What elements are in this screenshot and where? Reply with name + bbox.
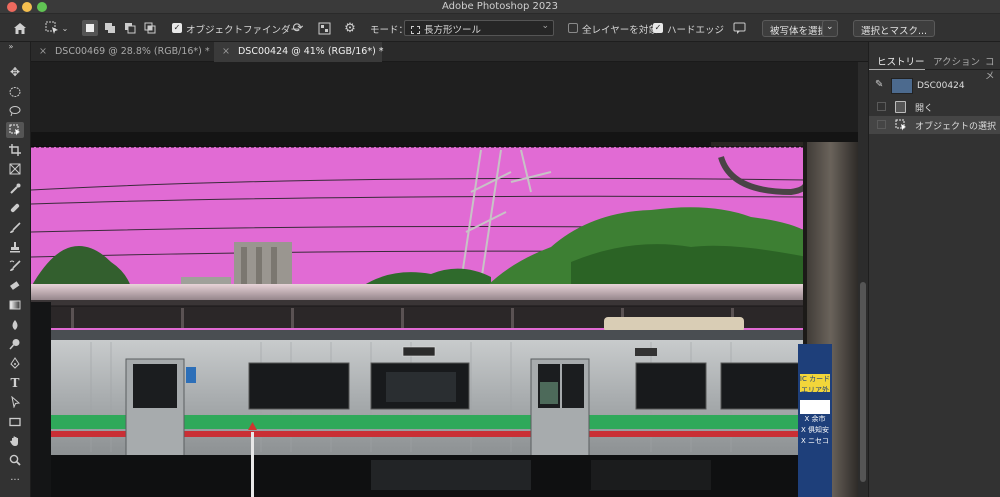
more-tools-icon[interactable]: ··· <box>6 472 24 488</box>
brush-tool-icon[interactable] <box>6 220 24 236</box>
sign-label: X 俱知安 <box>800 426 830 434</box>
blur-tool-icon[interactable] <box>6 317 24 333</box>
show-all-objects-icon[interactable] <box>316 20 332 36</box>
history-panel: ヒストリー アクション コメ ✎ DSC00424 開く オブジェクトの選択 <box>868 42 1000 497</box>
sign-label: エリア外 <box>801 386 829 394</box>
new-selection-icon[interactable] <box>82 20 98 36</box>
hard-edge-label: ハードエッジ <box>667 25 725 36</box>
type-tool-icon[interactable]: T <box>6 375 24 391</box>
tab-label: DSC00469 @ 28.8% (RGB/16*) * <box>54 46 210 57</box>
sign-label: IC カード <box>799 375 831 383</box>
all-layers-label: 全レイヤーを対象 <box>582 25 658 36</box>
path-selection-tool-icon[interactable] <box>6 394 24 410</box>
healing-brush-tool-icon[interactable] <box>6 200 24 216</box>
intersect-selection-icon[interactable] <box>142 20 158 36</box>
eraser-tool-icon[interactable] <box>6 278 24 294</box>
close-icon[interactable]: × <box>39 46 47 57</box>
pen-tool-icon[interactable] <box>6 355 24 371</box>
tab-history[interactable]: ヒストリー <box>877 54 925 68</box>
eyedropper-tool-icon[interactable] <box>6 181 24 197</box>
history-brush-source-icon[interactable]: ✎ <box>875 79 883 90</box>
history-source-box[interactable] <box>877 102 886 111</box>
gradient-tool-icon[interactable] <box>6 297 24 313</box>
add-to-selection-icon[interactable] <box>102 20 118 36</box>
marquee-tool-icon[interactable] <box>6 84 24 100</box>
crop-tool-icon[interactable] <box>6 142 24 158</box>
title-bar: Adobe Photoshop 2023 <box>0 0 1000 14</box>
options-bar: ⌄ ✓ オブジェクトファインダー ⟳ ⚙ モード： 長方形ツール ⌄ 全レイヤー… <box>0 14 1000 42</box>
all-layers-checkbox[interactable] <box>568 23 578 33</box>
history-source-box[interactable] <box>877 120 886 129</box>
hand-tool-icon[interactable] <box>6 433 24 449</box>
refresh-icon[interactable]: ⟳ <box>290 20 306 36</box>
object-selection-tool-preset-icon[interactable] <box>44 20 60 36</box>
clone-stamp-tool-icon[interactable] <box>6 239 24 255</box>
history-snapshot-label: DSC00424 <box>917 81 965 91</box>
tab-actions[interactable]: アクション <box>933 54 980 68</box>
gear-icon[interactable]: ⚙ <box>342 20 358 36</box>
lasso-tool-icon[interactable] <box>6 103 24 119</box>
hard-edge-checkbox[interactable]: ✓ <box>653 23 663 33</box>
select-and-mask-button[interactable]: 選択とマスク... <box>853 20 936 37</box>
station-sign-labels: IC カード エリア外 X 余市 X 俱知安 X ニセコ <box>798 374 832 447</box>
canvas-area[interactable]: IC カード エリア外 X 余市 X 俱知安 X ニセコ <box>31 62 858 497</box>
mode-select-value: 長方形ツール <box>424 25 482 36</box>
rectangle-tool-icon[interactable] <box>6 414 24 430</box>
snapshot-thumbnail <box>891 78 913 94</box>
sign-label: X 余市 <box>804 415 826 423</box>
mode-label: モード： <box>370 25 409 36</box>
active-tab-underline <box>869 69 925 70</box>
rectangle-marquee-icon <box>411 26 420 34</box>
select-subject-dropdown-button[interactable]: ⌄ <box>822 20 838 37</box>
mode-select[interactable]: 長方形ツール ⌄ <box>404 20 554 36</box>
home-icon[interactable] <box>12 20 28 36</box>
document-image[interactable] <box>31 62 858 497</box>
canvas-vertical-scrollbar[interactable] <box>858 62 868 497</box>
move-tool-icon[interactable]: ✥ <box>6 64 24 80</box>
object-finder-label: オブジェクトファインダー <box>186 25 301 36</box>
document-tab[interactable]: × DSC00469 @ 28.8% (RGB/16*) * <box>31 42 214 62</box>
object-selection-tool-icon <box>895 119 907 134</box>
history-step-label: オブジェクトの選択 <box>915 122 997 132</box>
object-finder-checkbox[interactable]: ✓ <box>172 23 182 33</box>
chevron-down-icon: ⌄ <box>541 21 549 31</box>
window-title: Adobe Photoshop 2023 <box>442 1 558 12</box>
close-icon[interactable]: × <box>222 46 230 57</box>
history-step-row-selected[interactable]: オブジェクトの選択 <box>869 116 1000 134</box>
zoom-tool-icon[interactable] <box>6 452 24 468</box>
tab-label: DSC00424 @ 41% (RGB/16*) * <box>237 46 384 57</box>
history-snapshot-row[interactable]: ✎ DSC00424 <box>869 76 1000 96</box>
document-tab-active[interactable]: × DSC00424 @ 41% (RGB/16*) * <box>214 42 384 62</box>
subtract-from-selection-icon[interactable] <box>122 20 138 36</box>
history-step-row[interactable]: 開く <box>869 98 1000 116</box>
document-icon <box>895 101 906 113</box>
tools-panel: » ✥ T ··· <box>0 42 31 497</box>
history-step-label: 開く <box>915 104 934 114</box>
sign-label: X ニセコ <box>800 437 830 445</box>
object-selection-tool-icon[interactable] <box>6 122 24 138</box>
comment-icon[interactable] <box>731 20 747 36</box>
document-tab-bar: × DSC00469 @ 28.8% (RGB/16*) * × DSC00424 … <box>31 42 868 62</box>
dodge-tool-icon[interactable] <box>6 336 24 352</box>
panel-tabs: ヒストリー アクション コメ <box>869 50 1000 82</box>
collapse-chevron-icon[interactable]: » <box>2 42 20 51</box>
frame-tool-icon[interactable] <box>6 161 24 177</box>
scrollbar-thumb[interactable] <box>860 282 866 482</box>
history-brush-tool-icon[interactable] <box>6 258 24 274</box>
chevron-down-icon[interactable]: ⌄ <box>60 20 70 36</box>
